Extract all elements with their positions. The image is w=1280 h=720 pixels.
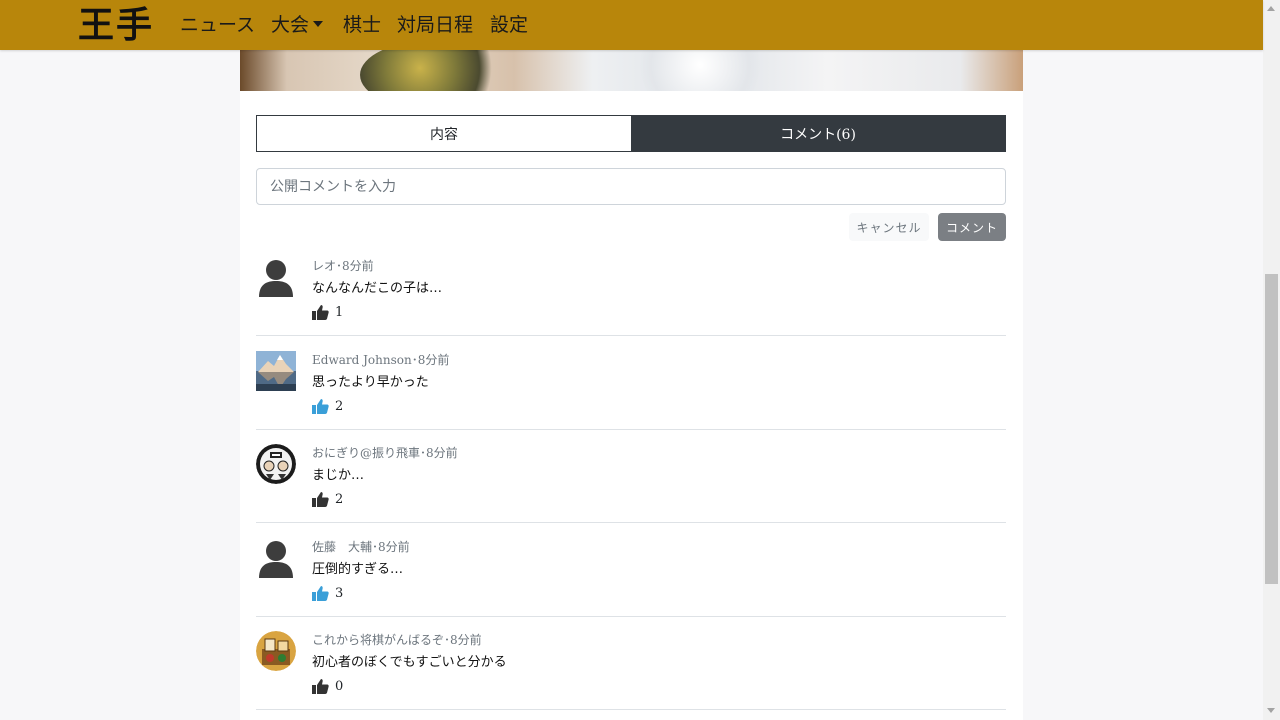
nav-tournament-label: 大会 [271, 14, 310, 36]
site-logo[interactable]: 王手 [78, 4, 154, 46]
comment-meta: レオ･8分前 [312, 259, 374, 273]
comment-item: レオ･8分前 なんなんだこの子は… 1 [256, 241, 1006, 336]
nav-schedule[interactable]: 対局日程 [397, 12, 473, 38]
comment-meta: おにぎり@振り飛車･8分前 [312, 446, 458, 460]
comment-text: 思ったより早かった [312, 375, 429, 390]
comment-text: まじか… [312, 468, 365, 483]
like-button[interactable]: 2 [312, 399, 343, 414]
article-card: 内容 コメント(6) キャンセル コメント レオ･8分前 なんなんだこの子は… … [240, 0, 1023, 720]
like-button[interactable]: 1 [312, 305, 343, 320]
scrollbar-thumb[interactable] [1265, 274, 1278, 584]
avatar[interactable] [256, 538, 296, 578]
avatar[interactable] [256, 444, 296, 484]
thumbs-up-icon [312, 399, 329, 414]
like-button[interactable]: 2 [312, 492, 343, 507]
navbar: 王手 ニュース 大会 棋士 対局日程 設定 [0, 0, 1263, 50]
chevron-down-icon [313, 21, 324, 27]
scroll-up-arrow-icon[interactable] [1267, 6, 1275, 11]
tab-bar: 内容 コメント(6) [256, 115, 1006, 152]
like-count: 0 [335, 679, 344, 694]
user-silhouette-icon [259, 260, 293, 297]
thumbs-up-icon [312, 492, 329, 507]
comment-meta: Edward Johnson･8分前 [312, 353, 450, 367]
nav-tournament-dropdown[interactable]: 大会 [271, 12, 324, 38]
like-count: 2 [335, 399, 344, 414]
comment-text: 圧倒的すぎる… [312, 562, 404, 577]
comment-item: おにぎり@振り飛車･8分前 まじか… 2 [256, 428, 1006, 523]
like-count: 2 [335, 492, 344, 507]
shogi-illustration-icon [256, 631, 296, 671]
like-button[interactable]: 3 [312, 586, 343, 601]
tab-comments[interactable]: コメント(6) [631, 116, 1005, 151]
avatar[interactable] [256, 257, 296, 297]
tab-content[interactable]: 内容 [257, 116, 631, 151]
comment-item: Edward Johnson･8分前 思ったより早かった 2 [256, 335, 1006, 430]
cancel-button[interactable]: キャンセル [849, 213, 929, 241]
comment-item: これから将棋がんばるぞ･8分前 初心者のぼくでもすごいと分かる 0 [256, 615, 1006, 710]
comment-submit-button[interactable]: コメント [938, 213, 1006, 241]
nav-players[interactable]: 棋士 [343, 12, 381, 38]
avatar[interactable] [256, 631, 296, 671]
cartoon-face-icon [256, 444, 296, 484]
like-button[interactable]: 0 [312, 679, 343, 694]
comment-item: 佐藤 大輔･8分前 圧倒的すぎる… 3 [256, 522, 1006, 617]
user-silhouette-icon [259, 541, 293, 578]
comment-meta: 佐藤 大輔･8分前 [312, 540, 410, 554]
comment-text: 初心者のぼくでもすごいと分かる [312, 655, 507, 670]
comment-meta: これから将棋がんばるぞ･8分前 [312, 633, 482, 647]
nav-settings[interactable]: 設定 [490, 12, 528, 38]
comment-input[interactable] [256, 168, 1006, 205]
mountain-photo-icon [256, 351, 296, 391]
avatar[interactable] [256, 351, 296, 391]
thumbs-up-icon [312, 305, 329, 320]
like-count: 3 [335, 586, 344, 601]
thumbs-up-icon [312, 679, 329, 694]
comment-text: なんなんだこの子は… [312, 281, 443, 296]
like-count: 1 [335, 305, 344, 320]
nav-news[interactable]: ニュース [180, 12, 255, 38]
scroll-down-arrow-icon[interactable] [1267, 708, 1275, 713]
thumbs-up-icon [312, 586, 329, 601]
